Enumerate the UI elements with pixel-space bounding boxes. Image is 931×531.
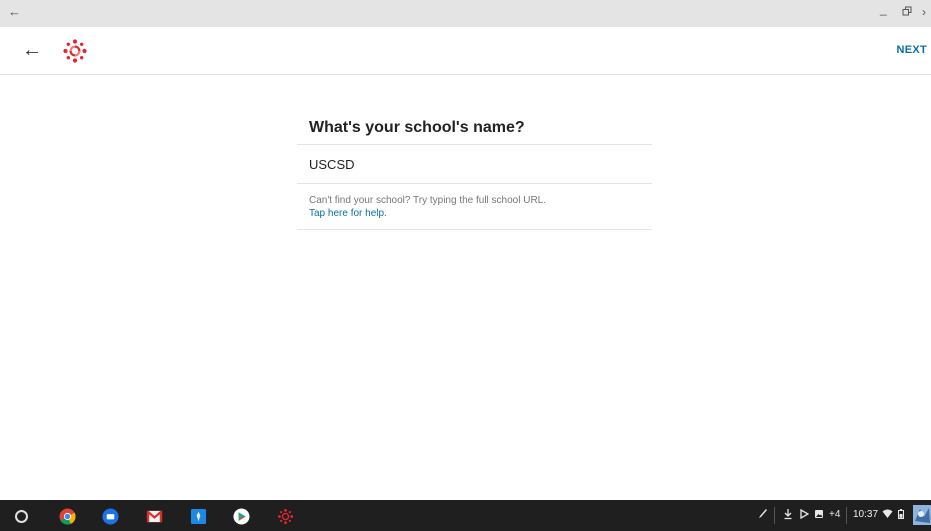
gmail-icon[interactable] bbox=[146, 508, 163, 525]
shelf: +4 10:37 bbox=[0, 500, 931, 531]
pen-icon[interactable] bbox=[758, 508, 768, 525]
pen-glyph bbox=[759, 509, 767, 518]
restore-icon[interactable] bbox=[902, 5, 912, 19]
school-search-input[interactable] bbox=[297, 145, 652, 183]
chrome-icon[interactable] bbox=[59, 508, 76, 525]
play-glyph bbox=[800, 508, 810, 520]
divider bbox=[297, 229, 652, 230]
next-button[interactable]: NEXT bbox=[896, 44, 927, 56]
minimize-icon[interactable]: _ bbox=[880, 2, 887, 16]
find-school-panel: What's your school's name? Can't find yo… bbox=[297, 108, 652, 230]
status-divider bbox=[846, 507, 847, 524]
play-store-icon[interactable] bbox=[233, 508, 250, 525]
download-icon[interactable] bbox=[783, 508, 793, 525]
status-divider bbox=[774, 507, 775, 524]
avatar[interactable] bbox=[913, 505, 931, 525]
restore-glyph bbox=[902, 6, 912, 16]
files-icon[interactable] bbox=[102, 508, 119, 525]
close-icon[interactable]: › bbox=[922, 5, 926, 19]
canvas-logo-icon bbox=[63, 39, 87, 63]
play-notification-icon[interactable] bbox=[799, 508, 810, 525]
canvas-icon[interactable] bbox=[277, 508, 294, 525]
avatar-image bbox=[913, 505, 931, 525]
app-toolbar: ← NEXT bbox=[0, 27, 931, 75]
image-glyph bbox=[815, 510, 823, 518]
hint-text: Can't find your school? Try typing the f… bbox=[309, 195, 547, 206]
keep-icon[interactable] bbox=[190, 508, 207, 525]
notification-count[interactable]: +4 bbox=[829, 508, 840, 522]
battery-icon[interactable] bbox=[897, 508, 905, 525]
help-section: Can't find your school? Try typing the f… bbox=[297, 184, 652, 229]
launcher-icon[interactable] bbox=[15, 510, 28, 523]
battery-glyph bbox=[898, 509, 904, 519]
page-title: What's your school's name? bbox=[309, 119, 525, 136]
wifi-icon[interactable] bbox=[882, 508, 893, 525]
window-back-icon[interactable]: ← bbox=[8, 4, 21, 19]
image-notification-icon[interactable] bbox=[814, 508, 824, 525]
window-titlebar: ← _ › bbox=[0, 0, 931, 27]
wifi-glyph bbox=[882, 509, 893, 518]
help-link[interactable]: Tap here for help. bbox=[309, 207, 640, 220]
download-glyph bbox=[784, 509, 792, 520]
back-arrow-icon[interactable]: ← bbox=[22, 38, 42, 62]
clock[interactable]: 10:37 bbox=[853, 509, 878, 520]
